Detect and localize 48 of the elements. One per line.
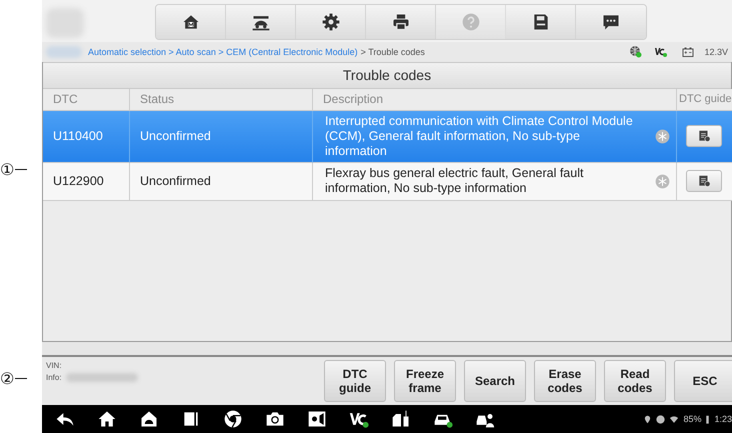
column-header: DTC guide: [677, 88, 732, 111]
action-button[interactable]: Read codes: [604, 360, 666, 402]
callout-number: ①: [0, 160, 14, 179]
brightness-icon[interactable]: [306, 409, 328, 430]
dtc-guide-button[interactable]: [686, 125, 722, 148]
help-icon: [460, 12, 480, 32]
voltage-reading: 12.3V: [704, 46, 728, 57]
toolbar-button[interactable]: [156, 4, 226, 39]
action-button[interactable]: Search: [464, 360, 526, 402]
browser-icon[interactable]: [222, 409, 244, 430]
toolbar-button[interactable]: [226, 4, 296, 39]
column-header: Description: [313, 88, 677, 111]
toolbar-button[interactable]: [576, 4, 646, 39]
info-label: Info:: [46, 373, 62, 382]
battery-level-icon: [705, 414, 710, 424]
column-header: Status: [130, 88, 313, 111]
breadcrumb-current: > Trouble codes: [360, 46, 425, 57]
document-icon: [697, 129, 712, 144]
callout-number: ②: [0, 369, 14, 388]
vin-label: VIN:: [46, 361, 63, 370]
settings-icon: [320, 12, 340, 32]
freeze-frame-icon: [655, 128, 670, 144]
location-icon: [643, 414, 652, 424]
dtc-cell[interactable]: U122900: [43, 162, 130, 201]
action-button[interactable]: ESC: [674, 360, 732, 402]
battery-icon: [680, 46, 696, 58]
toolbar-button[interactable]: [506, 4, 576, 39]
action-button[interactable]: Freeze frame: [394, 360, 456, 402]
printer-icon: [390, 12, 410, 32]
description-text: Flexray bus general electric fault, General fault information, No sub-type information: [325, 166, 584, 196]
globe-icon: [629, 45, 642, 58]
battery-percent: 85%: [683, 414, 702, 424]
action-button[interactable]: Erase codes: [534, 360, 596, 402]
dtc-guide-button[interactable]: [686, 170, 722, 192]
wifi-icon: [669, 414, 680, 424]
table-title: Trouble codes: [43, 62, 731, 89]
status-cell: Unconfirmed: [130, 110, 313, 163]
freeze-frame-icon: [655, 174, 670, 189]
description-text: Interrupted communication with Climate Control Module (CCM), General fault information, No sub-type information: [325, 114, 634, 159]
toolbar-button[interactable]: [296, 4, 366, 39]
home-icon[interactable]: [96, 409, 118, 430]
document-icon: [697, 174, 712, 188]
blurred-text: [46, 46, 82, 58]
status-cell: Unconfirmed: [130, 162, 313, 201]
action-button[interactable]: DTC guide: [324, 360, 386, 402]
toolbar-button[interactable]: [366, 4, 436, 39]
column-header: DTC: [43, 88, 130, 111]
clock-time: 1:23: [714, 414, 732, 424]
